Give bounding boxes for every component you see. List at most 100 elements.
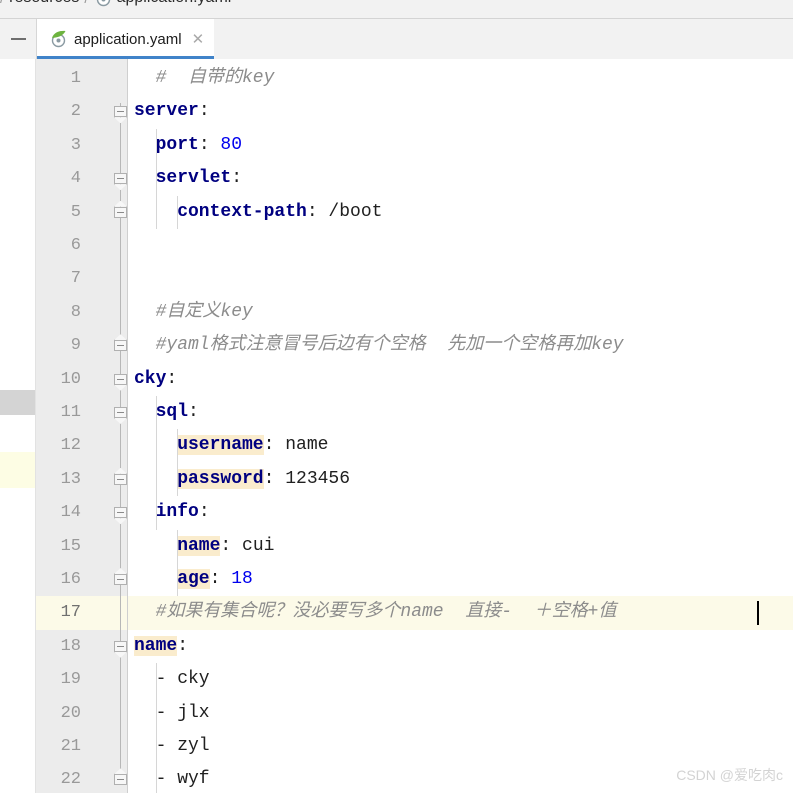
code-line: context-path: /boot — [177, 196, 382, 229]
line-number: 14 — [60, 503, 81, 523]
value-token: : — [166, 368, 178, 389]
number-token: 18 — [231, 569, 253, 589]
code-line: - wyf — [156, 763, 210, 793]
value-token: 123456 — [285, 468, 351, 489]
code-text-area[interactable]: # 自带的key server: port: 80 servlet: context-p… — [128, 59, 793, 793]
yaml-key-token: age — [177, 569, 210, 589]
indent-guide — [155, 663, 157, 793]
breadcrumb-item-file[interactable]: application.yaml — [117, 0, 232, 7]
current-line-highlight — [91, 596, 127, 630]
line-number-gutter: 1 2 3 4 5 6 7 8 9 10 11 12 13 14 15 16 17 18 19 20 21 22 — [36, 59, 91, 793]
value-token: : — [263, 435, 286, 456]
comment-token: # 自带的key — [155, 68, 275, 88]
line-number: 8 — [70, 302, 81, 322]
code-line: name: cui — [177, 530, 274, 563]
code-fold-toggle-line-14[interactable] — [114, 507, 127, 519]
code-fold-toggle-line-2[interactable] — [114, 106, 127, 118]
watermark: CSDN @爱吃肉c — [676, 767, 783, 783]
yaml-key-token: cky — [134, 368, 167, 389]
yaml-key-token: servlet — [155, 168, 232, 189]
value-token: : — [198, 502, 210, 523]
code-fold-toggle-line-9[interactable] — [114, 340, 127, 352]
code-fold-gutter[interactable] — [91, 59, 128, 793]
breadcrumb: / resources / application.yaml — [0, 0, 793, 19]
code-line: port: 80 — [156, 129, 242, 162]
line-number: 15 — [60, 536, 81, 556]
code-line: #如果有集合呢？没必要写多个name 直接- ＋空格+值 — [156, 596, 617, 629]
search-result-marker — [0, 452, 35, 488]
text-caret — [757, 601, 759, 626]
comment-token: #yaml格式注意冒号后边有个空格 先加一个空格再加key — [155, 335, 624, 356]
line-number: 19 — [60, 670, 81, 690]
yaml-key-token: name — [177, 535, 221, 556]
line-number: 9 — [70, 336, 81, 356]
list-dash-token: - — [155, 736, 178, 756]
code-fold-toggle-line-5[interactable] — [114, 206, 127, 218]
indent-guide — [177, 529, 179, 597]
value-token: jlx — [177, 702, 210, 723]
breadcrumb-item-resources[interactable]: resources — [9, 0, 79, 7]
code-line: username: name — [177, 429, 328, 462]
code-fold-toggle-line-22[interactable] — [114, 774, 127, 786]
code-line: - cky — [156, 663, 210, 696]
yaml-key-token: name — [134, 635, 178, 656]
yaml-key-token: password — [177, 468, 264, 489]
code-line: info: — [156, 496, 210, 529]
code-line: server: — [134, 95, 210, 128]
line-number: 21 — [60, 737, 81, 756]
comment-token: #如果有集合呢？没必要写多个name 直接- ＋空格+值 — [155, 602, 617, 623]
value-token: : — [231, 168, 243, 189]
line-number: 7 — [70, 269, 81, 289]
code-fold-toggle-line-18[interactable] — [114, 640, 127, 652]
code-line: - jlx — [156, 697, 210, 730]
yaml-key-token: context-path — [177, 201, 307, 222]
code-fold-toggle-line-13[interactable] — [114, 473, 127, 485]
line-number: 1 — [70, 69, 81, 88]
breadcrumb-separator-1: / — [84, 0, 88, 7]
changed-lines-marker — [0, 390, 35, 415]
value-token: : — [220, 535, 243, 556]
line-number: 3 — [70, 135, 81, 155]
line-number: 4 — [70, 169, 81, 189]
code-line: #yaml格式注意冒号后边有个空格 先加一个空格再加key — [156, 329, 624, 362]
indent-guide — [177, 195, 179, 229]
editor-tab-bar: application.yaml ✕ — [0, 19, 793, 60]
indent-guide — [155, 128, 157, 229]
code-line: cky: — [134, 363, 177, 396]
line-number: 16 — [60, 570, 81, 589]
close-icon[interactable]: ✕ — [189, 32, 205, 47]
value-token: : — [188, 402, 199, 422]
collapse-all-button[interactable] — [0, 19, 37, 59]
code-fold-toggle-line-16[interactable] — [114, 574, 127, 585]
code-line: #自定义key — [156, 296, 253, 329]
value-token: : — [209, 569, 232, 589]
minus-icon — [10, 38, 26, 40]
line-number: 6 — [70, 236, 81, 255]
tab-label: application.yaml — [74, 30, 182, 48]
line-number: 5 — [70, 202, 81, 222]
value-token: /boot — [328, 201, 383, 222]
yaml-key-token: info — [155, 502, 199, 523]
comment-token: #自定义key — [155, 301, 253, 322]
code-fold-toggle-line-10[interactable] — [114, 373, 127, 385]
number-token: 80 — [220, 134, 243, 155]
code-line: name: — [134, 630, 188, 663]
line-number: 2 — [70, 102, 81, 122]
code-line: sql: — [156, 396, 199, 429]
code-fold-toggle-line-4[interactable] — [114, 173, 127, 185]
list-dash-token: - — [155, 669, 178, 690]
code-line: age: 18 — [177, 563, 253, 596]
indent-guide — [177, 429, 179, 497]
line-number: 11 — [60, 403, 81, 422]
value-token: cui — [242, 535, 275, 556]
line-number: 10 — [60, 369, 81, 389]
breadcrumb-separator-0: / — [0, 0, 4, 7]
code-line: password: 123456 — [177, 463, 350, 496]
tab-application-yaml[interactable]: application.yaml ✕ — [37, 19, 215, 59]
value-token: cky — [177, 669, 210, 690]
code-fold-toggle-line-11[interactable] — [114, 407, 127, 418]
code-editor[interactable]: 1 2 3 4 5 6 7 8 9 10 11 12 13 14 15 16 17 18 19 20 21 22 # 自带… — [0, 59, 793, 793]
code-line: servlet: — [156, 162, 242, 195]
value-token: : — [177, 635, 189, 656]
spring-leaf-icon — [49, 30, 67, 48]
